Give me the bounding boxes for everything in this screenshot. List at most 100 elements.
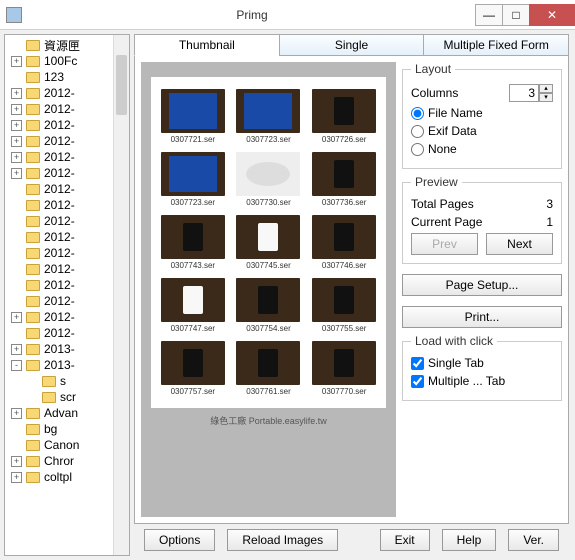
- expand-icon[interactable]: +: [11, 168, 22, 179]
- thumbnail[interactable]: 0307755.ser: [308, 278, 380, 333]
- tree-item[interactable]: 2012-: [5, 325, 129, 341]
- preview-legend: Preview: [411, 175, 462, 189]
- tree-item[interactable]: +coltpl: [5, 469, 129, 485]
- tree-item[interactable]: +Advan: [5, 405, 129, 421]
- thumbnail-image: [312, 89, 376, 133]
- tree-item[interactable]: +2012-: [5, 149, 129, 165]
- radio-none[interactable]: None: [411, 142, 457, 156]
- tree-item[interactable]: 資源匣: [5, 37, 129, 53]
- tree-item[interactable]: scr: [5, 389, 129, 405]
- thumbnail[interactable]: 0307747.ser: [157, 278, 229, 333]
- check-multiple-tab[interactable]: Multiple ... Tab: [411, 374, 505, 388]
- tree-scrollbar[interactable]: [113, 35, 129, 555]
- expand-icon[interactable]: +: [11, 456, 22, 467]
- expand-icon[interactable]: +: [11, 136, 22, 147]
- folder-tree[interactable]: 資源匣+100Fc123+2012-+2012-+2012-+2012-+201…: [4, 34, 130, 556]
- prev-button[interactable]: Prev: [411, 233, 478, 255]
- tree-item[interactable]: 2012-: [5, 229, 129, 245]
- tree-item[interactable]: +2012-: [5, 101, 129, 117]
- thumbnail[interactable]: 0307721.ser: [157, 89, 229, 144]
- tree-item-label: 2012-: [44, 294, 75, 308]
- thumbnail-caption: 0307721.ser: [171, 135, 215, 144]
- thumbnail-image: [312, 278, 376, 322]
- thumbnail[interactable]: 0307761.ser: [233, 341, 305, 396]
- thumbnail[interactable]: 0307726.ser: [308, 89, 380, 144]
- radio-exif[interactable]: Exif Data: [411, 124, 477, 138]
- ver-button[interactable]: Ver.: [508, 529, 559, 551]
- thumbnail-caption: 0307770.ser: [322, 387, 366, 396]
- radio-filename[interactable]: File Name: [411, 106, 483, 120]
- thumbnail-caption: 0307726.ser: [322, 135, 366, 144]
- tree-item[interactable]: bg: [5, 421, 129, 437]
- thumbnail-image: [312, 215, 376, 259]
- tree-item[interactable]: 2012-: [5, 277, 129, 293]
- tree-item[interactable]: 123: [5, 69, 129, 85]
- next-button[interactable]: Next: [486, 233, 553, 255]
- expand-icon[interactable]: +: [11, 472, 22, 483]
- thumbnail[interactable]: 0307754.ser: [233, 278, 305, 333]
- folder-icon: [26, 168, 40, 179]
- thumbnail[interactable]: 0307723.ser: [157, 152, 229, 207]
- tab-thumbnail[interactable]: Thumbnail: [134, 34, 280, 56]
- reload-button[interactable]: Reload Images: [227, 529, 338, 551]
- expand-icon[interactable]: +: [11, 120, 22, 131]
- tree-item[interactable]: -2013-: [5, 357, 129, 373]
- tree-item[interactable]: 2012-: [5, 261, 129, 277]
- thumbnail[interactable]: 0307730.ser: [233, 152, 305, 207]
- tree-item[interactable]: +2012-: [5, 309, 129, 325]
- thumbnail[interactable]: 0307736.ser: [308, 152, 380, 207]
- tree-item[interactable]: +2012-: [5, 133, 129, 149]
- spin-down[interactable]: ▾: [539, 93, 553, 102]
- tree-item[interactable]: 2012-: [5, 181, 129, 197]
- folder-icon: [26, 184, 40, 195]
- tree-item[interactable]: +2012-: [5, 85, 129, 101]
- controls: Layout Columns ▴▾ File Name Exif Data No…: [402, 62, 562, 517]
- tree-item[interactable]: 2012-: [5, 197, 129, 213]
- exit-button[interactable]: Exit: [380, 529, 430, 551]
- maximize-button[interactable]: □: [502, 4, 530, 26]
- tab-single[interactable]: Single: [279, 34, 425, 56]
- thumbnail[interactable]: 0307770.ser: [308, 341, 380, 396]
- expand-icon: [11, 328, 22, 339]
- help-button[interactable]: Help: [442, 529, 497, 551]
- tree-item[interactable]: +100Fc: [5, 53, 129, 69]
- tree-item[interactable]: 2012-: [5, 213, 129, 229]
- tree-item[interactable]: s: [5, 373, 129, 389]
- spin-up[interactable]: ▴: [539, 84, 553, 93]
- expand-icon[interactable]: +: [11, 104, 22, 115]
- tree-item[interactable]: +2013-: [5, 341, 129, 357]
- expand-icon: [27, 376, 38, 387]
- tree-item[interactable]: 2012-: [5, 293, 129, 309]
- tree-item[interactable]: +2012-: [5, 165, 129, 181]
- tree-item[interactable]: +Chror: [5, 453, 129, 469]
- thumbnail[interactable]: 0307743.ser: [157, 215, 229, 270]
- expand-icon: [11, 72, 22, 83]
- thumbnail[interactable]: 0307723.ser: [233, 89, 305, 144]
- expand-icon[interactable]: +: [11, 408, 22, 419]
- load-group: Load with click Single Tab Multiple ... …: [402, 334, 562, 401]
- close-button[interactable]: ✕: [529, 4, 575, 26]
- tree-item[interactable]: 2012-: [5, 245, 129, 261]
- columns-input[interactable]: [509, 84, 539, 102]
- tab-multiple[interactable]: Multiple Fixed Form: [423, 34, 569, 56]
- options-button[interactable]: Options: [144, 529, 215, 551]
- columns-spinner[interactable]: ▴▾: [509, 84, 553, 102]
- thumbnail[interactable]: 0307746.ser: [308, 215, 380, 270]
- expand-icon[interactable]: -: [11, 360, 22, 371]
- tree-item[interactable]: Canon: [5, 437, 129, 453]
- check-single-tab[interactable]: Single Tab: [411, 356, 484, 370]
- print-button[interactable]: Print...: [402, 306, 562, 328]
- expand-icon[interactable]: +: [11, 152, 22, 163]
- folder-icon: [26, 120, 40, 131]
- minimize-button[interactable]: ―: [475, 4, 503, 26]
- tree-item[interactable]: +2012-: [5, 117, 129, 133]
- expand-icon[interactable]: +: [11, 344, 22, 355]
- expand-icon[interactable]: +: [11, 56, 22, 67]
- thumbnail[interactable]: 0307757.ser: [157, 341, 229, 396]
- page-setup-button[interactable]: Page Setup...: [402, 274, 562, 296]
- folder-icon: [26, 328, 40, 339]
- expand-icon[interactable]: +: [11, 312, 22, 323]
- thumbnail[interactable]: 0307745.ser: [233, 215, 305, 270]
- expand-icon[interactable]: +: [11, 88, 22, 99]
- tree-item-label: 2012-: [44, 230, 75, 244]
